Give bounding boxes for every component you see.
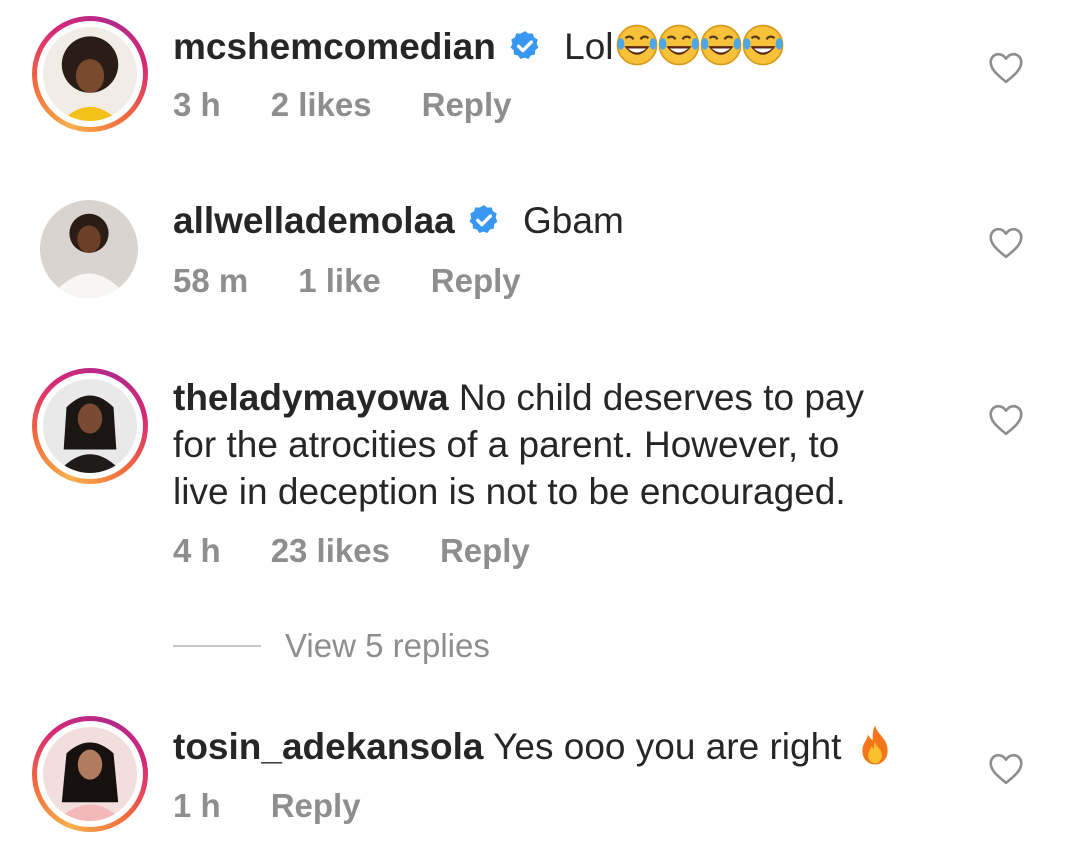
comment-username[interactable]: tosin_adekansola (173, 726, 484, 767)
avatar (43, 27, 137, 121)
avatar (43, 379, 137, 473)
face-with-tears-of-joy-icon (698, 22, 744, 68)
reply-button[interactable]: Reply (431, 262, 521, 299)
reply-button[interactable]: Reply (440, 532, 530, 569)
comment-meta: 3 h 2 likes Reply (173, 86, 561, 124)
comment-body-line-1: No child deserves to pay (448, 377, 864, 418)
comment-body-line-3: live in deception is not to be encourage… (173, 471, 846, 512)
comment-body-line-2: for the atrocities of a parent. However,… (173, 424, 840, 465)
heart-outline-icon[interactable] (988, 753, 1024, 785)
fire-icon (852, 722, 898, 768)
comment-body: Yes ooo you are right (483, 726, 852, 767)
comment-time: 1 h (173, 787, 221, 824)
comment-time: 58 m (173, 262, 249, 299)
comment-username[interactable]: mcshemcomedian (173, 26, 496, 67)
avatar (43, 727, 137, 821)
avatar-story-ring[interactable] (32, 16, 148, 132)
face-with-tears-of-joy-icon (614, 22, 660, 68)
heart-outline-icon[interactable] (988, 52, 1024, 84)
comment-username[interactable]: theladymayowa (173, 377, 449, 418)
verified-badge-icon (508, 29, 542, 63)
comment-meta: 58 m 1 like Reply (173, 262, 571, 300)
comment-username[interactable]: allwellademolaa (173, 200, 455, 241)
view-replies-label: View 5 replies (285, 627, 490, 664)
avatar[interactable] (40, 200, 138, 298)
comment-meta: 4 h 23 likes Reply (173, 532, 580, 570)
face-with-tears-of-joy-icon (740, 22, 786, 68)
comment-meta: 1 h Reply (173, 787, 411, 825)
avatar-story-ring[interactable] (32, 368, 148, 484)
comment-likes[interactable]: 23 likes (271, 532, 390, 569)
heart-outline-icon[interactable] (988, 227, 1024, 259)
comment-text: allwellademolaa Gbam (173, 197, 933, 244)
avatar-story-ring[interactable] (32, 716, 148, 832)
face-with-tears-of-joy-icon (656, 22, 702, 68)
replies-divider (173, 645, 261, 647)
comment-text: tosin_adekansola Yes ooo you are right (173, 722, 933, 770)
reply-button[interactable]: Reply (422, 86, 512, 123)
comment-time: 4 h (173, 532, 221, 569)
avatar-image (40, 200, 138, 298)
comment-text: mcshemcomedian Lol (173, 22, 933, 70)
view-replies-button[interactable]: View 5 replies (173, 626, 490, 666)
reply-button[interactable]: Reply (271, 787, 361, 824)
comment-text: theladymayowa No child deserves to pay f… (173, 374, 933, 515)
comment-body: Gbam (523, 200, 624, 241)
comment-time: 3 h (173, 86, 221, 123)
comment-likes[interactable]: 1 like (298, 262, 381, 299)
heart-outline-icon[interactable] (988, 404, 1024, 436)
verified-badge-icon (467, 203, 501, 237)
comment-likes[interactable]: 2 likes (271, 86, 372, 123)
comment-body: Lol (564, 26, 614, 67)
